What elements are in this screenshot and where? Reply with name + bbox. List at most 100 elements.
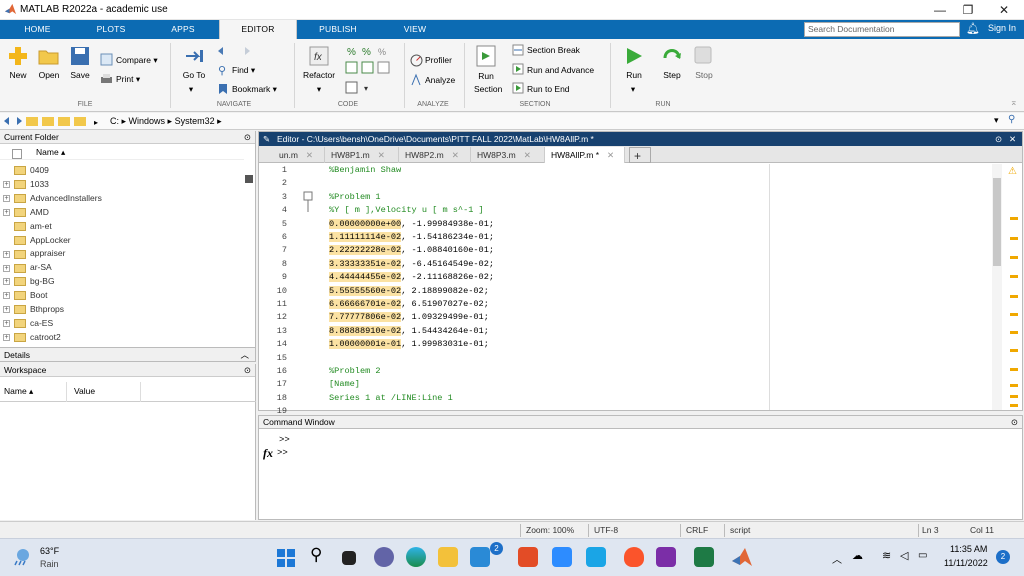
panel-menu-icon[interactable]: ⊙ <box>244 131 251 144</box>
folder-list-item[interactable]: + catroot2 <box>0 330 244 344</box>
code-line[interactable]: 1.11111114e-02, -1.54186234e-01; <box>329 231 494 244</box>
folder-list-item[interactable]: + appraiser <box>0 246 244 260</box>
warning-marker[interactable] <box>1010 313 1018 316</box>
scrollbar-thumb[interactable] <box>245 175 253 183</box>
expand-icon[interactable]: + <box>3 264 10 272</box>
code-line[interactable]: 6.66666701e-02, 6.51907027e-02; <box>329 298 489 311</box>
battery-icon[interactable]: ▭ <box>918 550 927 561</box>
wifi-icon[interactable]: ≋ <box>882 549 891 562</box>
minimize-icon[interactable]: — <box>930 2 950 18</box>
folder-list-item[interactable]: + AdvancedInstallers <box>0 191 244 205</box>
tab-apps[interactable]: APPS <box>147 20 219 39</box>
browse-search-icon[interactable]: ⚲ <box>1008 114 1015 125</box>
tab-view[interactable]: VIEW <box>379 20 451 39</box>
command-prompt[interactable]: >> <box>277 448 288 458</box>
notification-center-badge[interactable]: 2 <box>996 550 1010 564</box>
section-break-button[interactable]: Section Break <box>527 45 580 55</box>
column-header-name[interactable]: Name ▴ <box>0 147 244 160</box>
windows-start-icon[interactable] <box>276 548 296 568</box>
code-tools-icons[interactable]: % % % ▾ <box>344 44 400 96</box>
warning-marker[interactable] <box>1010 368 1018 371</box>
task-view-icon[interactable] <box>342 551 356 565</box>
expand-icon[interactable]: + <box>3 306 10 314</box>
warning-marker[interactable] <box>1010 331 1018 334</box>
temperature[interactable]: 63°F <box>40 546 59 556</box>
warning-marker[interactable] <box>1010 295 1018 298</box>
command-window[interactable]: >> fx >> <box>258 429 1023 520</box>
expand-icon[interactable]: + <box>3 181 10 189</box>
expand-icon[interactable]: + <box>3 195 10 203</box>
code-line[interactable]: 5.55555560e-02, 2.18899082e-02; <box>329 285 489 298</box>
panel-menu-icon[interactable]: ⊙ <box>1011 416 1018 429</box>
expand-icon[interactable]: + <box>3 334 10 342</box>
folder-list-item[interactable]: AppLocker <box>0 233 244 247</box>
warning-marker[interactable] <box>1010 256 1018 259</box>
folder-list-item[interactable]: + ar-SA <box>0 260 244 274</box>
expand-icon[interactable]: + <box>3 250 10 258</box>
close-editor-icon[interactable]: ✕ <box>1009 132 1016 146</box>
folder-list-item[interactable]: 0409 <box>0 163 244 177</box>
volume-icon[interactable]: ◁ <box>900 549 908 562</box>
close-tab-icon[interactable]: ✕ <box>607 150 614 160</box>
folder-list-item[interactable]: am-et <box>0 219 244 233</box>
folder-list-item[interactable]: + Bthprops <box>0 302 244 316</box>
close-icon[interactable]: ✕ <box>994 2 1014 18</box>
tab-editor[interactable]: EDITOR <box>219 20 297 39</box>
run-to-end-button[interactable]: Run to End <box>527 84 570 94</box>
zoom-icon[interactable] <box>552 547 572 567</box>
sign-in-link[interactable]: Sign In <box>988 23 1016 33</box>
warning-icon[interactable]: ⚠ <box>1008 166 1017 177</box>
weather-condition[interactable]: Rain <box>40 559 59 569</box>
print-button[interactable]: Print ▾ <box>116 74 140 85</box>
details-bar[interactable]: Details ︿ <box>0 347 256 362</box>
search-icon[interactable]: ⚲ <box>948 22 956 35</box>
code-line[interactable]: 3.33333351e-02, -6.45164549e-02; <box>329 258 494 271</box>
office-icon[interactable] <box>518 547 538 567</box>
warning-marker[interactable] <box>1010 404 1018 407</box>
goto-button[interactable]: Go To <box>176 70 212 80</box>
code-line[interactable]: [Name] <box>329 378 360 391</box>
new-tab-button[interactable]: + <box>629 147 651 163</box>
editor-scrollbar[interactable] <box>992 164 1002 410</box>
run-advance-button[interactable]: Run and Advance <box>527 65 594 75</box>
code-line[interactable]: %Y [ m ],Velocity u [ m s^-1 ] <box>329 204 484 217</box>
folder-list-item[interactable]: + AMD <box>0 205 244 219</box>
close-tab-icon[interactable]: ✕ <box>452 150 459 160</box>
panel-menu-icon[interactable]: ⊙ <box>244 364 251 377</box>
run-section-button[interactable]: Run Section <box>468 70 504 96</box>
address-dropdown-icon[interactable]: ▾ <box>994 115 999 126</box>
excel-icon[interactable] <box>694 547 714 567</box>
stop-button[interactable]: Stop <box>688 70 720 80</box>
matlab-taskbar-icon[interactable] <box>730 546 754 570</box>
code-line[interactable]: 7.77777806e-02, 1.09329499e-01; <box>329 311 489 324</box>
folder-list-item[interactable]: + ca-ES <box>0 316 244 330</box>
code-area[interactable]: %Benjamin Shaw %Problem 1 %Y [ m ],Velocit… <box>329 164 769 410</box>
phone-link-icon[interactable] <box>586 547 606 567</box>
compare-button[interactable]: Compare ▾ <box>116 55 158 66</box>
onedrive-icon[interactable]: ☁ <box>852 549 863 562</box>
onenote-icon[interactable] <box>656 547 676 567</box>
code-line[interactable]: 8.88888910e-02, 1.54434264e-01; <box>329 325 489 338</box>
breadcrumb-windows[interactable]: Windows <box>129 116 166 126</box>
edge-icon[interactable] <box>406 547 426 567</box>
close-tab-icon[interactable]: ✕ <box>378 150 385 160</box>
code-line[interactable]: 1.00000001e-01, 1.99983031e-01; <box>329 338 489 351</box>
expand-icon[interactable]: + <box>3 278 10 286</box>
analyze-button[interactable]: Analyze <box>425 75 455 85</box>
code-line[interactable]: %Problem 1 <box>329 191 381 204</box>
tab-hw8p1[interactable]: HW8P1.m ✕ <box>325 147 399 163</box>
open-button[interactable]: Open <box>33 70 65 80</box>
refactor-dropdown-icon[interactable]: ▾ <box>314 84 324 95</box>
tab-home[interactable]: HOME <box>0 20 75 39</box>
warning-marker[interactable] <box>1010 217 1018 220</box>
scrollbar-thumb[interactable] <box>993 178 1001 266</box>
find-button[interactable]: Find ▾ <box>232 65 255 76</box>
bookmark-button[interactable]: Bookmark ▾ <box>232 84 277 95</box>
search-documentation-input[interactable]: Search Documentation <box>804 22 960 37</box>
run-button[interactable]: Run <box>618 70 650 80</box>
new-button[interactable]: New <box>2 70 34 80</box>
code-line[interactable]: 0.00000000e+00, -1.99984938e-01; <box>329 218 494 231</box>
folder-list-item[interactable]: + bg-BG <box>0 274 244 288</box>
panel-menu-icon[interactable]: ⊙ <box>995 132 1002 146</box>
tab-plots[interactable]: PLOTS <box>75 20 147 39</box>
